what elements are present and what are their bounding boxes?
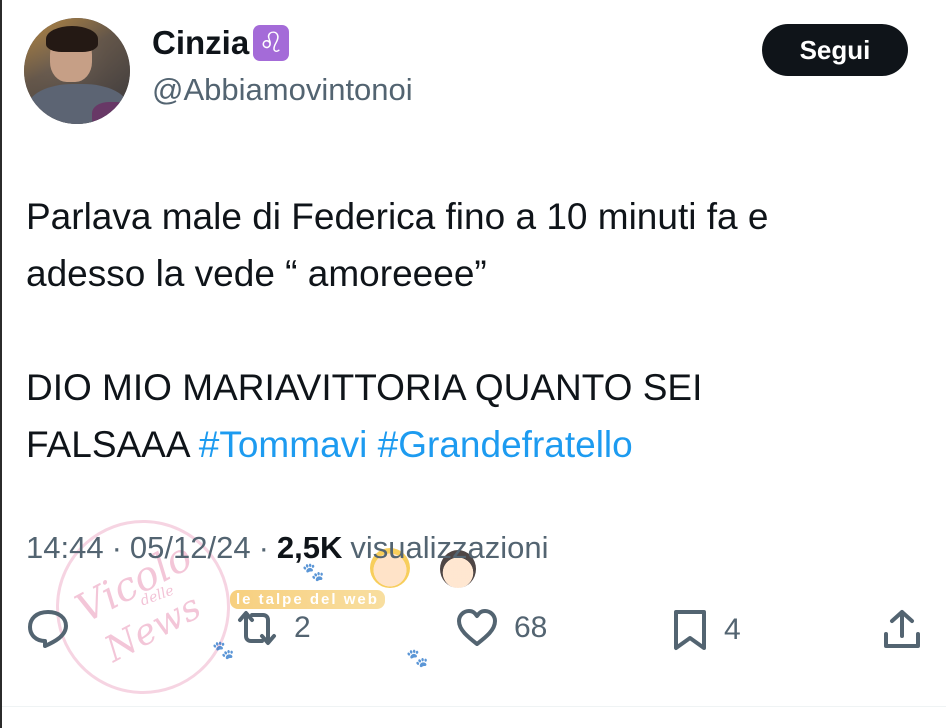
retweet-button[interactable]: 2 — [234, 608, 311, 648]
like-count: 68 — [514, 611, 548, 644]
share-icon — [880, 608, 924, 652]
tweet-text-span: FALSAAA — [26, 424, 189, 465]
tweet-line: FALSAAA #Tommavi #Grandefratello — [26, 416, 926, 473]
bookmark-button[interactable]: 4 — [670, 608, 741, 652]
share-button[interactable] — [880, 608, 924, 652]
retweet-icon — [234, 608, 280, 648]
leo-zodiac-icon: ♌ — [253, 25, 290, 61]
meta-separator: · — [258, 530, 269, 565]
tweet-meta: 14:44 · 05/12/24 · 2,5K visualizzazioni — [26, 530, 549, 566]
views-label: visualizzazioni — [350, 530, 549, 565]
tweet-text: Parlava male di Federica fino a 10 minut… — [26, 188, 926, 473]
author-name[interactable]: Cinzia — [152, 24, 249, 62]
like-button[interactable]: 68 — [454, 608, 547, 648]
reply-button[interactable] — [26, 608, 70, 648]
tweet-line: Parlava male di Federica fino a 10 minut… — [26, 196, 769, 237]
divider — [2, 706, 946, 707]
reply-icon — [26, 608, 70, 648]
views-count: 2,5K — [276, 530, 343, 565]
retweet-count: 2 — [294, 611, 311, 644]
tweet-actions: 2 68 4 — [2, 600, 946, 660]
bookmark-icon — [670, 608, 710, 652]
author-handle[interactable]: @Abbiamovintonoi — [152, 72, 413, 108]
tweet-time[interactable]: 14:44 — [26, 530, 104, 566]
avatar[interactable] — [24, 18, 130, 124]
bookmark-count: 4 — [724, 613, 741, 646]
tweet-line: adesso la vede “ amoreeee” — [26, 253, 487, 294]
follow-button[interactable]: Segui — [762, 24, 908, 76]
hashtag-link[interactable]: #Tommavi — [199, 424, 368, 465]
author-name-row[interactable]: Cinzia ♌ — [152, 24, 290, 62]
tweet-card: Cinzia ♌ @Abbiamovintonoi Segui Parlava … — [0, 0, 946, 728]
meta-separator: · — [111, 530, 122, 565]
hashtag-link[interactable]: #Grandefratello — [378, 424, 633, 465]
tweet-line: DIO MIO MARIAVITTORIA QUANTO SEI — [26, 367, 703, 408]
heart-icon — [454, 608, 500, 648]
tweet-date[interactable]: 05/12/24 — [130, 530, 251, 566]
